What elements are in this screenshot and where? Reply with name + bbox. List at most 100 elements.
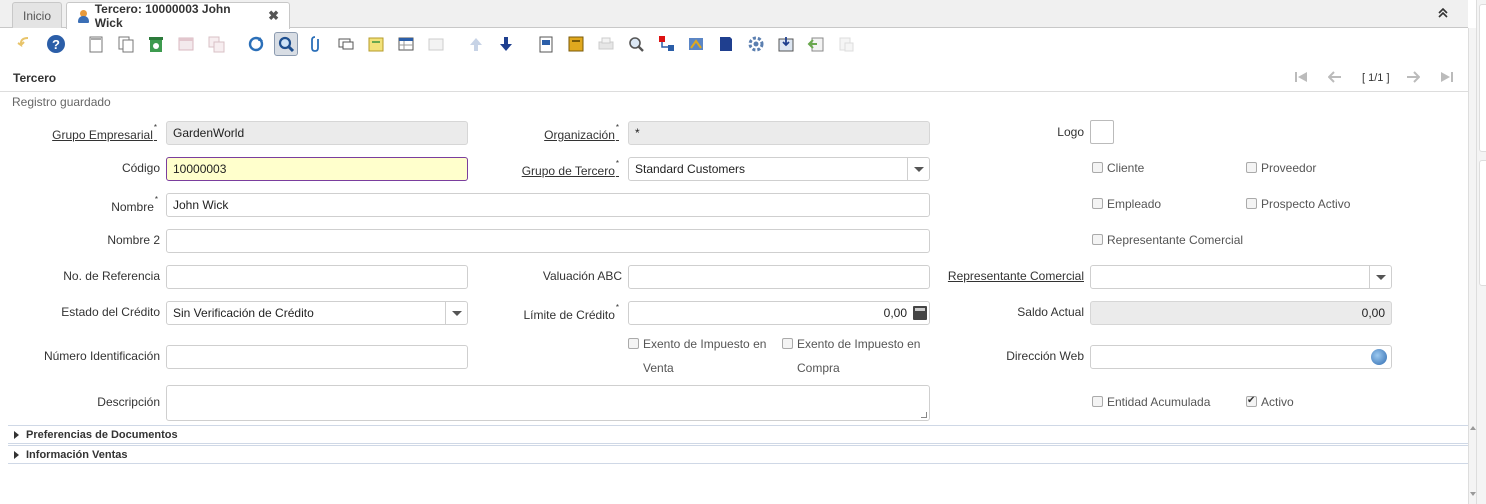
- grupo-tercero-label[interactable]: Grupo de Tercero*: [500, 159, 619, 178]
- estado-credito-value: Sin Verificación de Crédito: [173, 306, 314, 320]
- nombre2-field[interactable]: [166, 229, 930, 253]
- process-icon[interactable]: [744, 32, 768, 56]
- tab-inicio-label: Inicio: [23, 8, 52, 23]
- report-icon[interactable]: [534, 32, 558, 56]
- numero-identificacion-field[interactable]: [166, 345, 468, 369]
- archive-icon[interactable]: [364, 32, 388, 56]
- saldo-actual-label: Saldo Actual: [1017, 305, 1084, 319]
- representante-comercial-label[interactable]: Representante Comercial: [940, 269, 1084, 283]
- expand-arrow-icon: [14, 430, 19, 439]
- right-side-panel: [1476, 0, 1486, 504]
- refresh-icon[interactable]: [244, 32, 268, 56]
- window-header: Tercero [ 1/1 ]: [0, 64, 1468, 92]
- nombre2-label: Nombre 2: [107, 233, 160, 247]
- product-info-icon[interactable]: [624, 32, 648, 56]
- logo-image-button[interactable]: [1090, 120, 1114, 144]
- exento-venta-checkbox[interactable]: Exento de Impuesto en Venta: [628, 332, 778, 380]
- exento-compra-checkbox[interactable]: Exento de Impuesto en Compra: [782, 332, 932, 380]
- codigo-label: Código: [121, 161, 160, 175]
- vertical-scrollbar[interactable]: [1468, 28, 1476, 504]
- grupo-tercero-select[interactable]: Standard Customers: [628, 157, 930, 181]
- window-title: Tercero: [13, 71, 57, 85]
- tab-inicio[interactable]: Inicio: [12, 2, 62, 28]
- estado-credito-select[interactable]: Sin Verificación de Crédito: [166, 301, 468, 325]
- grupo-empresarial-field[interactable]: GardenWorld: [166, 121, 468, 145]
- ask-ai-icon[interactable]: [714, 32, 738, 56]
- prospecto-checkbox[interactable]: Prospecto Activo: [1246, 197, 1350, 211]
- first-record-icon[interactable]: [1294, 71, 1308, 86]
- find-icon[interactable]: [274, 32, 298, 56]
- prev-record-nav-icon[interactable]: [1327, 71, 1342, 86]
- calculator-icon[interactable]: [913, 306, 927, 320]
- tab-tercero-label: Tercero: 10000003 John Wick: [94, 2, 231, 30]
- chat-icon[interactable]: [334, 32, 358, 56]
- history-icon[interactable]: [684, 32, 708, 56]
- delete-icon[interactable]: [144, 32, 168, 56]
- cliente-checkbox[interactable]: Cliente: [1092, 161, 1144, 175]
- copy-record-icon[interactable]: [114, 32, 138, 56]
- tab-tercero[interactable]: Tercero: 10000003 John Wick ✖: [66, 2, 290, 30]
- organizacion-field[interactable]: *: [628, 121, 930, 145]
- referencia-field[interactable]: [166, 265, 468, 289]
- numero-identificacion-label: Número Identificación: [43, 349, 160, 363]
- activo-checkbox[interactable]: Activo: [1246, 394, 1294, 409]
- section-informacion-ventas[interactable]: Información Ventas: [8, 445, 1468, 464]
- proveedor-checkbox[interactable]: Proveedor: [1246, 161, 1316, 175]
- collapse-icon[interactable]: [1438, 6, 1448, 21]
- delete-selection-icon[interactable]: [174, 32, 198, 56]
- chevron-down-icon[interactable]: [907, 158, 929, 180]
- workflow-icon[interactable]: [654, 32, 678, 56]
- section-label: Preferencias de Documentos: [26, 428, 178, 441]
- limite-credito-label: Límite de Crédito*: [523, 303, 619, 322]
- side-panel-card: [1479, 4, 1486, 152]
- save-icon[interactable]: [204, 32, 228, 56]
- direccion-web-field[interactable]: [1090, 345, 1392, 369]
- export-icon[interactable]: [804, 32, 828, 56]
- import-icon[interactable]: [834, 32, 858, 56]
- valuacion-field[interactable]: [628, 265, 930, 289]
- grupo-empresarial-label[interactable]: Grupo Empresarial*: [40, 123, 157, 142]
- expand-arrow-icon: [14, 450, 19, 459]
- representante-comercial-select[interactable]: [1090, 265, 1392, 289]
- chevron-down-icon[interactable]: [1369, 266, 1391, 288]
- grid-toggle-icon[interactable]: [394, 32, 418, 56]
- saldo-actual-field[interactable]: 0,00: [1090, 301, 1392, 325]
- customize-icon[interactable]: [774, 32, 798, 56]
- limite-credito-field[interactable]: 0,00: [628, 301, 930, 325]
- codigo-field[interactable]: 10000003: [166, 157, 468, 181]
- descripcion-textarea[interactable]: [166, 385, 930, 421]
- next-record-icon[interactable]: [494, 32, 518, 56]
- zoom-across-icon[interactable]: [564, 32, 588, 56]
- svg-text:?: ?: [52, 37, 60, 52]
- limite-credito-value: 0,00: [883, 306, 907, 320]
- undo-icon[interactable]: [13, 32, 37, 56]
- section-preferencias-documentos[interactable]: Preferencias de Documentos: [8, 425, 1468, 444]
- print-preview-icon[interactable]: [424, 32, 448, 56]
- app-window: Inicio Tercero: 10000003 John Wick ✖ ? T…: [0, 0, 1486, 504]
- empleado-checkbox[interactable]: Empleado: [1092, 197, 1161, 211]
- representante-checkbox[interactable]: Representante Comercial: [1092, 233, 1243, 247]
- close-icon[interactable]: ✖: [268, 8, 279, 24]
- help-icon[interactable]: ?: [44, 32, 68, 56]
- previous-record-icon[interactable]: [464, 32, 488, 56]
- last-record-icon[interactable]: [1440, 71, 1454, 86]
- toolbar: ?: [0, 29, 1468, 61]
- descripcion-label: Descripción: [97, 395, 160, 409]
- next-record-nav-icon[interactable]: [1406, 71, 1421, 86]
- new-record-icon[interactable]: [84, 32, 108, 56]
- record-form: Grupo Empresarial* GardenWorld Organizac…: [0, 110, 1468, 426]
- chevron-down-icon[interactable]: [445, 302, 467, 324]
- nombre-field[interactable]: John Wick: [166, 193, 930, 217]
- resize-handle-icon[interactable]: [921, 412, 927, 418]
- nombre-label: Nombre*: [111, 195, 158, 214]
- print-icon[interactable]: [594, 32, 618, 56]
- attachment-icon[interactable]: [304, 32, 328, 56]
- logo-label: Logo: [1057, 125, 1084, 139]
- grupo-tercero-value: Standard Customers: [635, 162, 746, 176]
- status-message: Registro guardado: [12, 95, 111, 109]
- entidad-acumulada-checkbox[interactable]: Entidad Acumulada: [1092, 395, 1210, 409]
- valuacion-label: Valuación ABC: [542, 269, 622, 283]
- section-label: Información Ventas: [26, 448, 128, 461]
- organizacion-label[interactable]: Organización*: [520, 123, 619, 142]
- globe-icon[interactable]: [1371, 349, 1387, 365]
